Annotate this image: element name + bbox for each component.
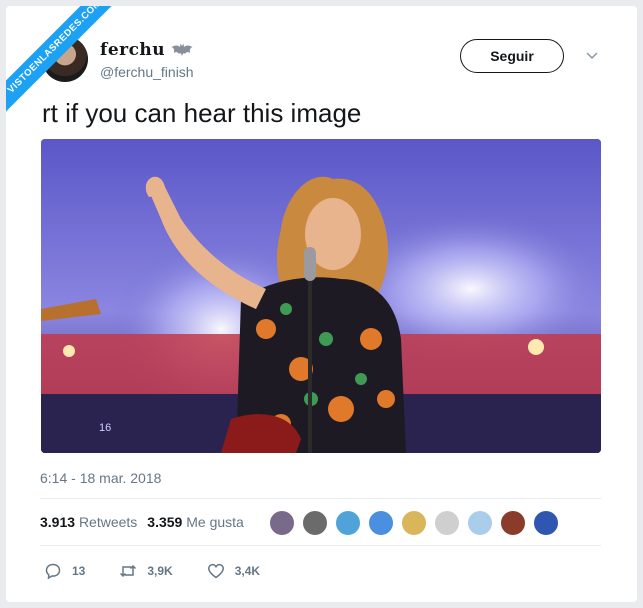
watermark-corner: VISTOENLASREDES.COM	[6, 6, 136, 136]
screen-number-label: 16	[99, 422, 111, 434]
liker-avatar[interactable]	[433, 509, 461, 537]
likes-count: 3.359	[147, 514, 183, 530]
reply-icon	[45, 563, 61, 580]
reply-action[interactable]: 13	[44, 562, 85, 580]
liker-avatar[interactable]	[466, 509, 494, 537]
liker-avatars	[268, 509, 565, 537]
tweet-timestamp[interactable]: 6:14 - 18 mar. 2018	[40, 470, 161, 486]
divider-top	[40, 498, 601, 499]
chevron-down-icon[interactable]	[586, 52, 598, 60]
like-action[interactable]: 3,4K	[207, 562, 260, 580]
retweets-count: 3.913	[40, 514, 76, 530]
liker-avatar[interactable]	[367, 509, 395, 537]
engagement-stats: 3.913 Retweets 3.359 Me gusta	[40, 514, 244, 530]
bat-icon	[171, 43, 193, 56]
heart-icon	[207, 563, 224, 579]
follow-button[interactable]: Seguir	[460, 39, 564, 73]
tweet-card: VISTOENLASREDES.COM ferchu @ferchu_finis…	[6, 6, 637, 602]
liker-avatar[interactable]	[499, 509, 527, 537]
retweets-label: Retweets	[78, 514, 138, 530]
liker-avatar[interactable]	[334, 509, 362, 537]
liker-avatar[interactable]	[400, 509, 428, 537]
tweet-media-image[interactable]: 16	[41, 139, 601, 453]
like-count: 3,4K	[234, 564, 261, 578]
retweet-count: 3,9K	[147, 564, 173, 578]
retweets-stat[interactable]: 3.913 Retweets	[40, 514, 137, 530]
divider-bottom	[40, 545, 601, 546]
tweet-actions: 13 3,9K 3,4K	[44, 562, 294, 580]
singer-on-stage-image: 16	[41, 139, 601, 453]
reply-count: 13	[72, 564, 86, 578]
watermark-ribbon: VISTOENLASREDES.COM	[6, 6, 130, 122]
liker-avatar[interactable]	[268, 509, 296, 537]
liker-avatar[interactable]	[532, 509, 560, 537]
retweet-icon	[120, 564, 137, 578]
likes-label: Me gusta	[186, 514, 244, 530]
retweet-action[interactable]: 3,9K	[119, 562, 173, 580]
likes-stat[interactable]: 3.359 Me gusta	[147, 514, 244, 530]
liker-avatar[interactable]	[301, 509, 329, 537]
